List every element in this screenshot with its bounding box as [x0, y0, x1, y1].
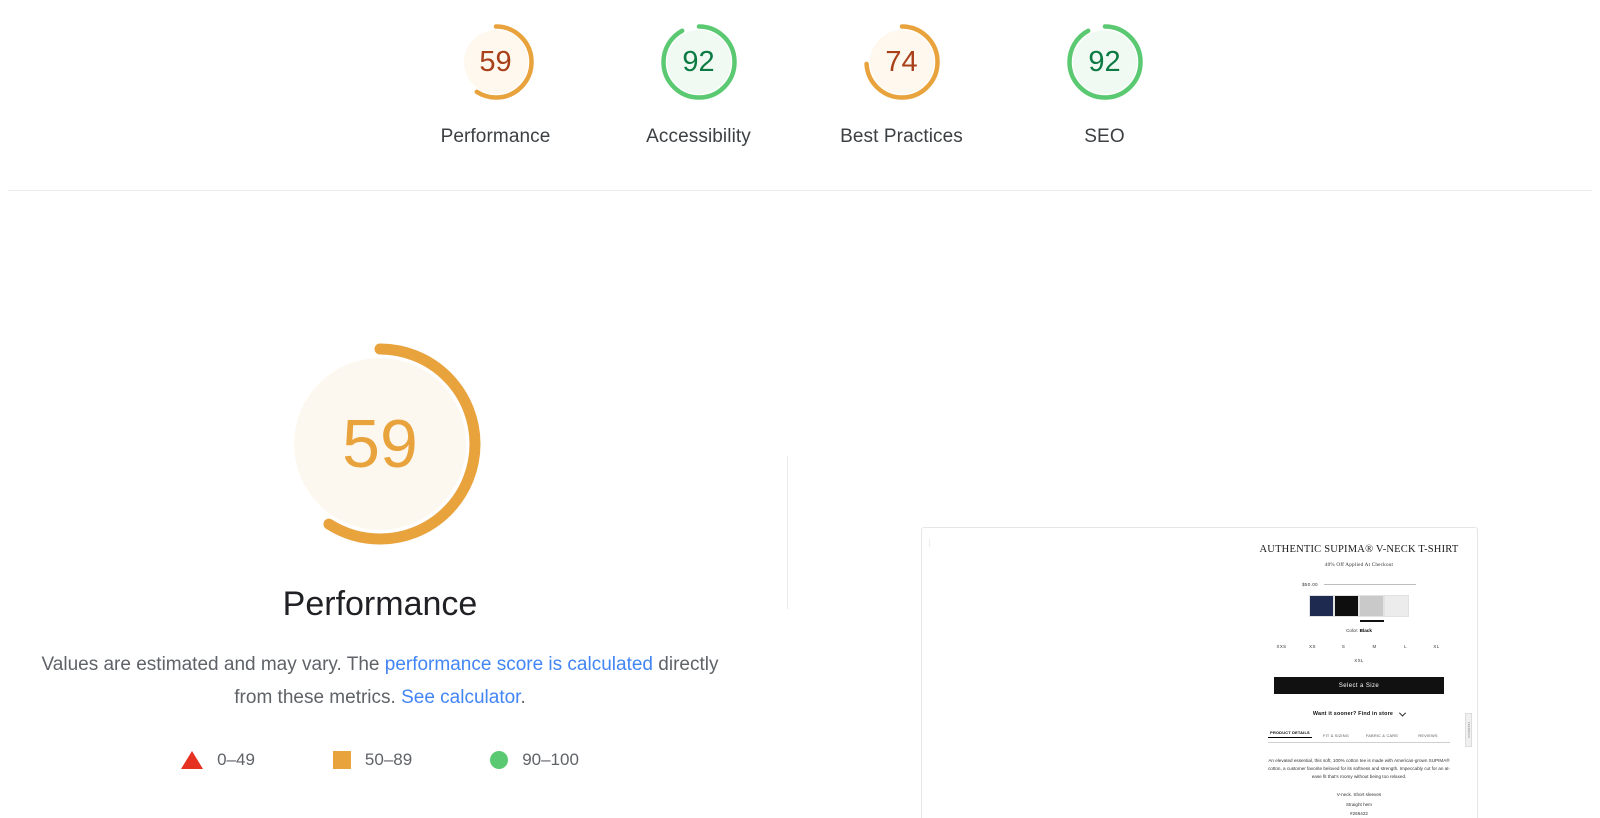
chevron-down-icon [1399, 709, 1407, 717]
summary-gauges-row: 59 Performance 92 Accessibility 74 Best … [0, 0, 1600, 180]
tab-product-details[interactable]: PRODUCT DETAILS [1268, 730, 1312, 739]
size-option-xxl[interactable]: XXL [1259, 658, 1459, 663]
product-price: $50.00 [1302, 582, 1318, 588]
legend-range-fail: 0–49 [217, 750, 255, 770]
feedback-label: FEEDBACK [1467, 721, 1470, 739]
product-promo-note: 40% Off Applied At Checkout [1324, 562, 1394, 569]
product-info-tabs[interactable]: PRODUCT DETAILS FIT & SIZING FABRIC & CA… [1268, 730, 1450, 744]
score-legend: 0–49 50–89 90–100 [181, 750, 579, 770]
performance-large-gauge: 59 [271, 335, 489, 553]
legend-item-fail: 0–49 [181, 750, 255, 770]
summary-label-accessibility: Accessibility [646, 126, 751, 147]
category-left-column: 59 Performance Values are estimated and … [0, 191, 760, 770]
tab-reviews[interactable]: REVIEWS [1406, 733, 1450, 738]
price-rule [1323, 584, 1416, 586]
product-detail-panel: AUTHENTIC SUPIMA® V-NECK T-SHIRT 40% Off… [1259, 543, 1459, 818]
color-swatch-group[interactable] [1259, 595, 1459, 618]
legend-range-average: 50–89 [364, 750, 413, 770]
size-option-m[interactable]: M [1359, 644, 1390, 649]
performance-mini-score: 59 [479, 45, 512, 78]
summary-gauge-performance[interactable]: 59 Performance [394, 20, 597, 148]
accessibility-mini-score: 92 [682, 45, 715, 78]
feedback-side-tab[interactable]: FEEDBACK [1465, 713, 1472, 747]
selected-swatch-indicator-wrap [1284, 620, 1459, 623]
legend-range-pass: 90–100 [522, 750, 579, 770]
section-vertical-divider [787, 456, 788, 609]
color-swatch-grey[interactable] [1359, 595, 1384, 618]
tab-fit-and-sizing[interactable]: FIT & SIZING [1314, 733, 1358, 738]
product-bullets: V-neck. Short sleeves Straight hem #2664… [1259, 790, 1459, 818]
performance-large-score: 59 [342, 406, 418, 482]
summary-label-seo: SEO [1084, 126, 1125, 147]
select-a-size-button[interactable]: Select a Size [1274, 677, 1444, 695]
size-option-l[interactable]: L [1390, 644, 1421, 649]
category-body: 59 Performance Values are estimated and … [0, 191, 1600, 818]
viewport-corner-mark [929, 539, 930, 547]
color-value: Black [1359, 628, 1372, 634]
page-title: Performance [282, 585, 478, 623]
description-text-3: . [520, 686, 526, 708]
find-in-store-toggle[interactable]: Want it sooner? Find in store [1259, 709, 1459, 718]
legend-item-average: 50–89 [332, 750, 413, 770]
circle-icon [490, 751, 509, 770]
seo-mini-gauge-ring: 92 [1063, 20, 1147, 104]
performance-score-calculated-link[interactable]: performance score is calculated [385, 654, 653, 675]
legend-item-pass: 90–100 [490, 750, 579, 770]
find-in-store-label: Want it sooner? Find in store [1312, 711, 1394, 718]
summary-label-best-practices: Best Practices [840, 126, 963, 147]
product-title: AUTHENTIC SUPIMA® V-NECK T-SHIRT [1259, 544, 1459, 555]
triangle-icon [181, 751, 204, 770]
best-practices-mini-gauge-ring: 74 [860, 20, 944, 104]
summary-strip: 59 Performance 92 Accessibility 74 Best … [0, 0, 1600, 191]
product-bullet-1: V-neck. Short sleeves [1336, 792, 1382, 798]
summary-gauge-best-practices[interactable]: 74 Best Practices [800, 20, 1003, 148]
square-icon [332, 751, 351, 770]
see-calculator-link[interactable]: See calculator [401, 687, 520, 708]
category-description: Values are estimated and may vary. The p… [30, 649, 730, 714]
final-screenshot-thumbnail[interactable]: AUTHENTIC SUPIMA® V-NECK T-SHIRT 40% Off… [921, 527, 1478, 818]
performance-mini-gauge-ring: 59 [454, 20, 538, 104]
summary-gauge-accessibility[interactable]: 92 Accessibility [597, 20, 800, 148]
summary-gauge-seo[interactable]: 92 SEO [1003, 20, 1206, 148]
tab-fabric-and-care[interactable]: FABRIC & CARE [1360, 733, 1404, 738]
size-option-s[interactable]: S [1328, 644, 1359, 649]
size-selector-row[interactable]: XXS XS S M L XL [1259, 644, 1459, 649]
product-price-row: $50.00 [1259, 582, 1459, 587]
size-option-xl[interactable]: XL [1421, 644, 1452, 649]
description-text-1: Values are estimated and may vary. The [41, 654, 385, 675]
selected-color-text: Color: Black [1259, 628, 1459, 633]
product-description: An elevated essential, this soft, 100% c… [1267, 758, 1451, 780]
product-sku-1: #266422 [1350, 810, 1368, 816]
screenshot-viewport: AUTHENTIC SUPIMA® V-NECK T-SHIRT 40% Off… [929, 535, 1472, 818]
best-practices-mini-score: 74 [885, 45, 918, 78]
seo-mini-score: 92 [1088, 45, 1121, 78]
size-option-xs[interactable]: XS [1297, 644, 1328, 649]
color-swatch-navy[interactable] [1309, 595, 1334, 618]
color-label: Color: [1346, 628, 1359, 634]
color-swatch-black-selected[interactable] [1334, 595, 1359, 618]
product-bullet-2: Straight hem [1345, 801, 1373, 807]
summary-label-performance: Performance [440, 126, 551, 147]
color-swatch-light-grey[interactable] [1384, 595, 1409, 618]
selected-swatch-underline [1359, 620, 1384, 623]
accessibility-mini-gauge-ring: 92 [657, 20, 741, 104]
size-option-xxs[interactable]: XXS [1266, 644, 1297, 649]
